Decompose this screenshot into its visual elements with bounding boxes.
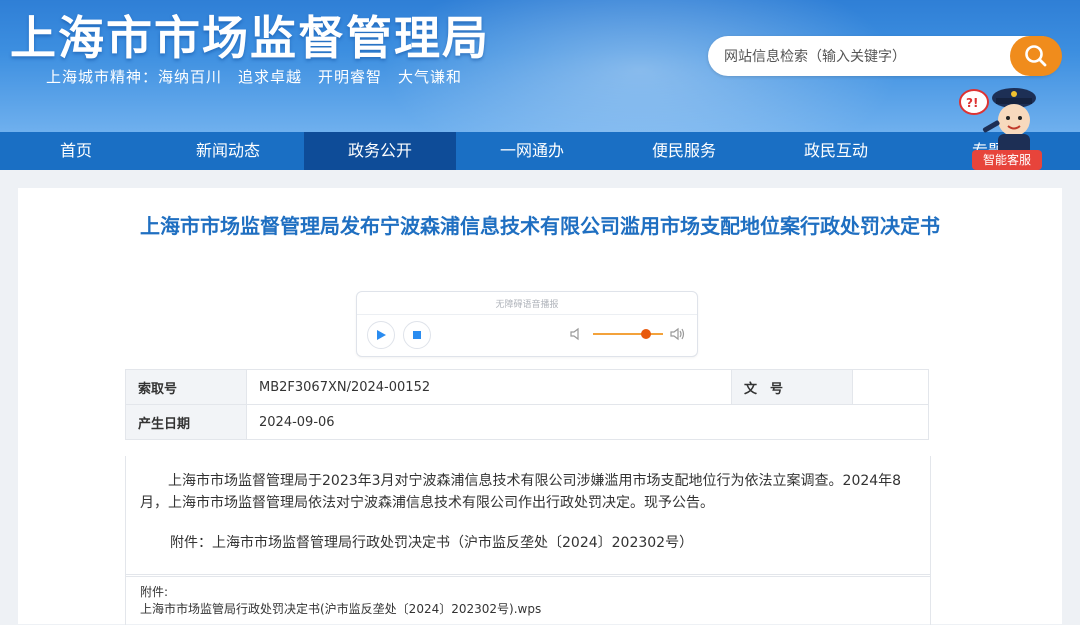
volume-slider-knob[interactable] — [641, 329, 651, 339]
main-nav: 首页 新闻动态 政务公开 一网通办 便民服务 政民互动 专题 — [0, 132, 1080, 170]
stop-icon — [413, 331, 421, 339]
article-title: 上海市市场监督管理局发布宁波森浦信息技术有限公司滥用市场支配地位案行政处罚决定书 — [140, 214, 940, 238]
assistant-label[interactable]: 智能客服 — [972, 150, 1042, 170]
nav-item-interaction[interactable]: 政民互动 — [760, 132, 912, 170]
article-body: 上海市市场监督管理局于2023年3月对宁波森浦信息技术有限公司涉嫌滥用市场支配地… — [125, 456, 931, 577]
attachment-file-link[interactable]: 上海市市场监管局行政处罚决定书(沪市监反垄处〔2024〕202302号).wps — [140, 600, 541, 617]
nav-item-government-affairs[interactable]: 政务公开 — [304, 132, 456, 170]
document-meta-table: 索取号 MB2F3067XN/2024-00152 文 号 产生日期 2024-… — [125, 369, 929, 440]
audio-player: 无障碍语音播报 — [356, 291, 698, 357]
search-icon — [1025, 45, 1047, 67]
play-button[interactable] — [367, 321, 395, 349]
index-number-label: 索取号 — [125, 369, 247, 405]
site-header: 上海市市场监督管理局 上海城市精神：海纳百川 追求卓越 开明睿智 大气谦和 — [0, 0, 1080, 132]
player-divider — [357, 314, 697, 315]
table-row: 索取号 MB2F3067XN/2024-00152 文 号 — [125, 369, 929, 405]
nav-item-home[interactable]: 首页 — [0, 132, 152, 170]
search-box — [708, 36, 1062, 78]
attachments-section: 附件: 上海市市场监管局行政处罚决定书(沪市监反垄处〔2024〕202302号)… — [125, 574, 931, 625]
article-panel: 上海市市场监督管理局发布宁波森浦信息技术有限公司滥用市场支配地位案行政处罚决定书… — [18, 188, 1062, 625]
volume-low-icon[interactable] — [569, 327, 583, 341]
article-paragraph: 上海市市场监督管理局于2023年3月对宁波森浦信息技术有限公司涉嫌滥用市场支配地… — [140, 473, 902, 511]
site-title[interactable]: 上海市市场监督管理局 — [10, 2, 490, 68]
document-number-value — [852, 369, 929, 405]
search-button[interactable] — [1010, 36, 1062, 76]
index-number-value: MB2F3067XN/2024-00152 — [246, 369, 732, 405]
attachment-mention: 附件：上海市市场监督管理局行政处罚决定书（沪市监反垄处〔2024〕202302号… — [170, 535, 694, 551]
city-slogan: 上海城市精神：海纳百川 追求卓越 开明睿智 大气谦和 — [46, 68, 463, 86]
nav-item-one-stop-service[interactable]: 一网通办 — [456, 132, 608, 170]
svg-text:?!: ?! — [966, 96, 978, 110]
date-value: 2024-09-06 — [246, 404, 929, 440]
play-icon — [377, 330, 386, 340]
nav-item-public-service[interactable]: 便民服务 — [608, 132, 760, 170]
search-input[interactable] — [722, 36, 1016, 78]
table-row: 产生日期 2024-09-06 — [125, 404, 929, 440]
attachments-label: 附件: — [140, 585, 169, 599]
document-number-label: 文 号 — [731, 369, 853, 405]
player-caption: 无障碍语音播报 — [495, 300, 559, 310]
volume-high-icon[interactable] — [669, 326, 687, 342]
stop-button[interactable] — [403, 321, 431, 349]
date-label: 产生日期 — [125, 404, 247, 440]
nav-item-news[interactable]: 新闻动态 — [152, 132, 304, 170]
volume-slider[interactable] — [593, 333, 663, 335]
